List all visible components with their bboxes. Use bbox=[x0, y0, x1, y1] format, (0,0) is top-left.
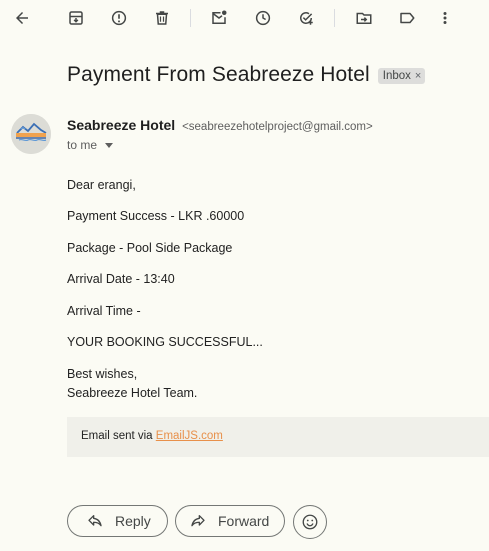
more-icon[interactable] bbox=[434, 7, 456, 29]
email-subject-row: Payment From Seabreeze Hotel Inbox × bbox=[67, 60, 426, 90]
move-to-icon[interactable] bbox=[353, 7, 375, 29]
remove-label-icon[interactable]: × bbox=[415, 70, 421, 82]
forward-label: Forward bbox=[218, 513, 270, 529]
reply-button[interactable]: Reply bbox=[67, 505, 168, 537]
recipient-label: to me bbox=[67, 138, 98, 152]
toolbar bbox=[0, 0, 489, 36]
archive-icon[interactable] bbox=[65, 7, 87, 29]
body-payment: Payment Success - LKR .60000 bbox=[67, 209, 245, 223]
emailjs-link[interactable]: EmailJS.com bbox=[156, 430, 223, 442]
body-arrival-date: Arrival Date - 13:40 bbox=[67, 272, 175, 286]
body-closing: Best wishes, bbox=[67, 367, 138, 381]
report-spam-icon[interactable] bbox=[108, 7, 130, 29]
forward-button[interactable]: Forward bbox=[175, 505, 285, 537]
footer-text: Email sent via EmailJS.com bbox=[81, 430, 223, 442]
body-package: Package - Pool Side Package bbox=[67, 241, 233, 255]
label-icon[interactable] bbox=[396, 7, 418, 29]
reply-icon bbox=[88, 515, 102, 527]
toolbar-divider bbox=[190, 9, 191, 27]
body-status: YOUR BOOKING SUCCESSFUL... bbox=[67, 335, 263, 349]
emoji-reaction-button[interactable] bbox=[293, 505, 327, 539]
toolbar-divider bbox=[334, 9, 335, 27]
label-name: Inbox bbox=[382, 70, 411, 82]
mark-unread-icon[interactable] bbox=[208, 7, 230, 29]
sender-email: <seabreezehotelproject@gmail.com> bbox=[182, 121, 373, 133]
add-task-icon[interactable] bbox=[295, 7, 317, 29]
body-greeting: Dear erangi, bbox=[67, 178, 136, 192]
footer-prefix: Email sent via bbox=[81, 430, 156, 442]
inbox-label-chip[interactable]: Inbox × bbox=[377, 68, 426, 84]
body-arrival-time: Arrival Time - bbox=[67, 304, 141, 318]
smiley-icon bbox=[302, 514, 318, 530]
email-subject: Payment From Seabreeze Hotel bbox=[67, 63, 370, 86]
forward-icon bbox=[191, 515, 205, 527]
reply-label: Reply bbox=[115, 513, 151, 529]
snooze-icon[interactable] bbox=[252, 7, 274, 29]
recipient-details-toggle[interactable]: to me bbox=[67, 138, 114, 152]
email-footer: Email sent via EmailJS.com bbox=[67, 417, 489, 457]
sender-line: Seabreeze Hotel <seabreezehotelproject@g… bbox=[67, 117, 373, 133]
delete-icon[interactable] bbox=[151, 7, 173, 29]
chevron-down-icon bbox=[105, 143, 114, 148]
body-signature: Seabreeze Hotel Team. bbox=[67, 386, 198, 400]
sender-avatar[interactable] bbox=[11, 114, 51, 154]
back-arrow-icon[interactable] bbox=[11, 7, 33, 29]
sender-name[interactable]: Seabreeze Hotel bbox=[67, 117, 175, 133]
